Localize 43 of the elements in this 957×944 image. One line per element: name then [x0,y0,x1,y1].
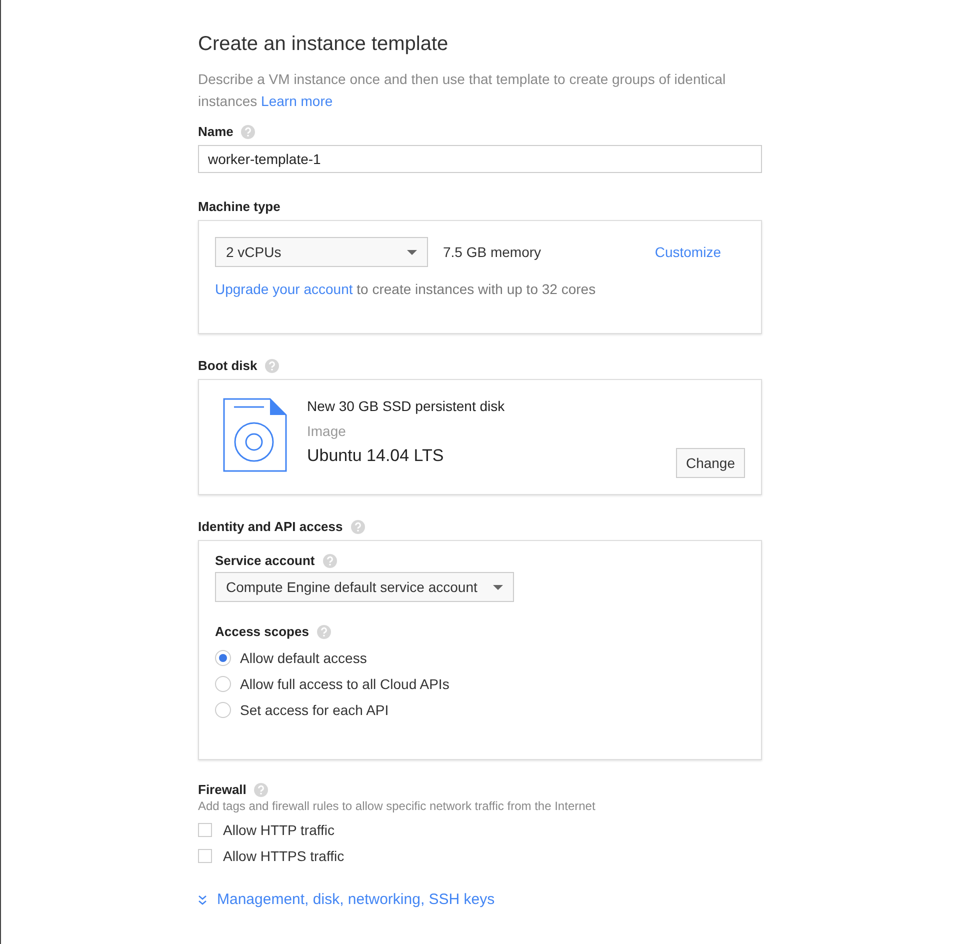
customize-link[interactable]: Customize [654,244,721,260]
field-label: Name [198,124,234,139]
name-field[interactable]: worker-template-1 [198,145,762,173]
change-button[interactable]: Change [676,448,745,478]
field-label: Boot disk [198,358,258,373]
image-name: Ubuntu 14.04 LTS [307,446,445,466]
learn-more-link[interactable]: Learn more [261,93,333,109]
field-label: Firewall [198,782,246,797]
radio-label[interactable]: Allow default access [240,650,367,666]
service-account-dropdown[interactable]: Compute Engine default service account [215,572,514,602]
radio-button[interactable] [215,702,231,718]
radio-label[interactable]: Set access for each API [240,702,389,718]
field-label: Service account [215,553,315,568]
checkbox-label[interactable]: Allow HTTPS traffic [223,848,344,864]
checkbox[interactable] [198,823,212,837]
help-icon[interactable] [322,554,337,568]
image-label: Image [307,423,347,439]
caret-icon [493,584,504,590]
checkbox-label[interactable]: Allow HTTP traffic [223,822,335,838]
double-chevron-icon [198,894,207,904]
disk-file-icon [223,398,287,472]
radio-button[interactable] [215,650,231,666]
radio-label[interactable]: Allow full access to all Cloud APIs [240,676,450,692]
help-icon[interactable] [316,624,331,638]
help-icon[interactable] [254,782,268,796]
upgrade-text: Upgrade your account to create instances with up to 32 cores [215,281,597,297]
help-icon[interactable] [241,124,256,138]
field-label: Identity and API access [198,519,343,534]
help-icon[interactable] [350,520,365,534]
field-label: Machine type [198,199,280,214]
help-icon[interactable] [265,358,280,372]
cpu-dropdown[interactable]: 2 vCPUs [215,237,428,267]
page-description: Describe a VM instance once and then use that template to create groups of identical instances Learn more [198,70,727,111]
more-options-link[interactable]: Management, disk, networking, SSH keys [217,891,495,908]
caret-icon [407,250,417,254]
page-title: Create an instance template [198,33,450,56]
firewall-description: Add tags and firewall rules to allow specific network traffic from the Internet [198,799,596,813]
checkbox[interactable] [198,849,212,863]
field-label: Access scopes [215,624,309,639]
radio-button[interactable] [215,676,231,692]
upgrade-link[interactable]: Upgrade your account [215,281,353,297]
disk-title: New 30 GB SSD persistent disk [307,398,505,414]
memory-text: 7.5 GB memory [443,244,542,260]
